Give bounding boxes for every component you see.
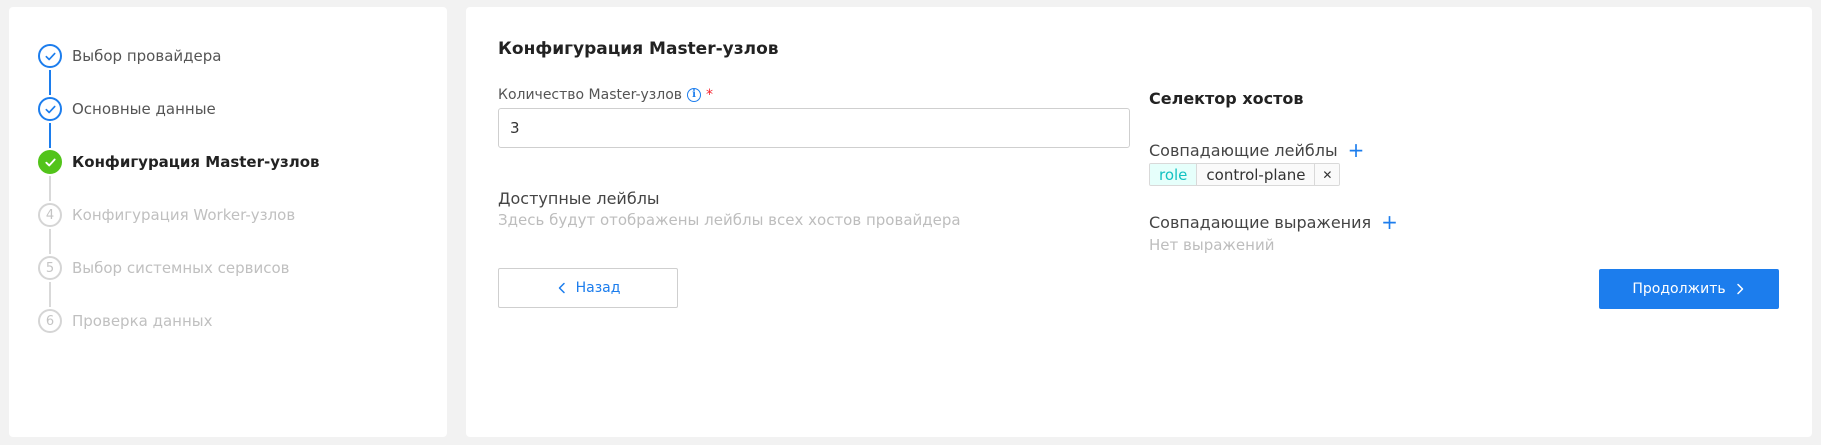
match-expressions-title-text: Совпадающие выражения: [1149, 212, 1372, 232]
step-system-services[interactable]: 5 Выбор системных сервисов: [38, 250, 447, 286]
continue-button[interactable]: Продолжить: [1599, 269, 1779, 309]
match-expressions-title: Совпадающие выражения +: [1149, 212, 1398, 232]
step-number: 6: [38, 309, 62, 333]
chevron-left-icon: [558, 282, 565, 294]
chevron-right-icon: [1736, 283, 1743, 295]
step-number: 4: [38, 203, 62, 227]
check-icon: [38, 97, 62, 121]
back-button[interactable]: Назад: [498, 268, 678, 308]
back-button-label: Назад: [575, 280, 621, 296]
plus-icon[interactable]: +: [1348, 140, 1365, 160]
step-review[interactable]: 6 Проверка данных: [38, 303, 447, 339]
continue-button-label: Продолжить: [1632, 281, 1726, 297]
step-number: 5: [38, 256, 62, 280]
step-provider[interactable]: Выбор провайдера: [38, 38, 447, 74]
step-worker-config[interactable]: 4 Конфигурация Worker-узлов: [38, 197, 447, 233]
label-tag-value: control-plane: [1197, 164, 1316, 185]
step-label: Выбор системных сервисов: [72, 259, 290, 277]
label-tag-key: role: [1150, 164, 1198, 185]
host-selector-title: Селектор хостов: [1149, 89, 1304, 108]
available-labels-title: Доступные лейблы: [498, 189, 660, 208]
step-label: Основные данные: [72, 100, 216, 118]
available-labels-hint: Здесь будут отображены лейблы всех хосто…: [498, 211, 961, 229]
master-count-label-text: Количество Master-узлов: [498, 87, 683, 103]
check-icon: [38, 44, 62, 68]
step-master-config[interactable]: Конфигурация Master-узлов: [38, 144, 447, 180]
page-title: Конфигурация Master-узлов: [498, 39, 779, 59]
steps-sidebar: Выбор провайдера Основные данные Конфигу…: [9, 7, 447, 437]
step-label: Конфигурация Master-узлов: [72, 153, 320, 171]
match-labels-title: Совпадающие лейблы +: [1149, 140, 1364, 160]
plus-icon[interactable]: +: [1381, 212, 1398, 232]
no-expressions-text: Нет выражений: [1149, 236, 1275, 254]
step-label: Конфигурация Worker-узлов: [72, 206, 296, 224]
master-count-input[interactable]: [498, 108, 1130, 148]
step-label: Проверка данных: [72, 312, 213, 330]
step-basic-data[interactable]: Основные данные: [38, 91, 447, 127]
step-label: Выбор провайдера: [72, 47, 222, 65]
info-icon[interactable]: i: [687, 88, 702, 102]
master-count-label: Количество Master-узлов i *: [498, 87, 713, 103]
master-config-panel: Конфигурация Master-узлов Количество Mas…: [466, 7, 1812, 437]
label-tag: role control-plane ✕: [1149, 163, 1341, 186]
match-labels-title-text: Совпадающие лейблы: [1149, 140, 1338, 160]
check-icon: [38, 150, 62, 174]
required-mark: *: [706, 87, 714, 103]
close-icon[interactable]: ✕: [1315, 164, 1340, 185]
